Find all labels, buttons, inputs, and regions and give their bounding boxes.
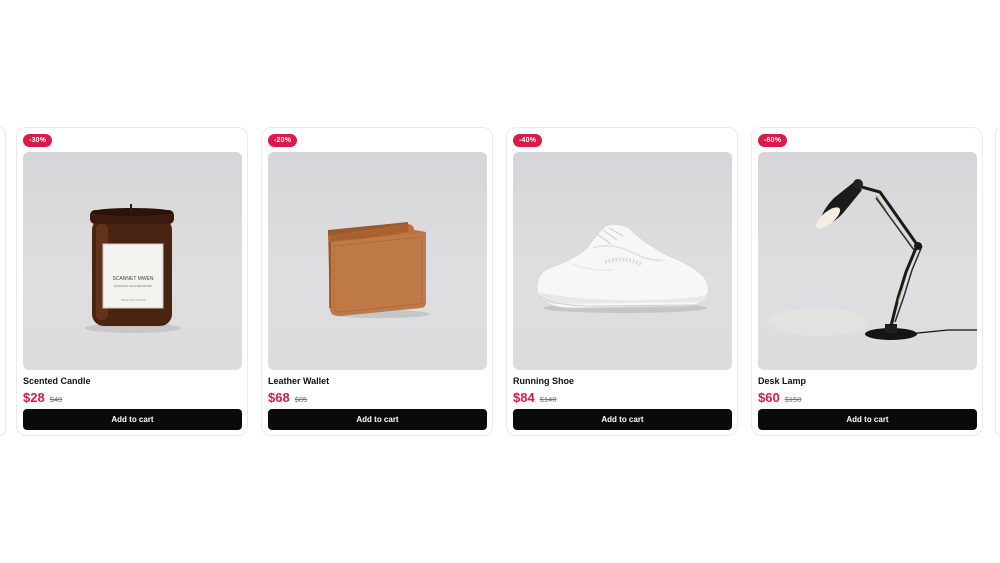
candle-label-footer: THREE WICK CANDLE [120,299,146,302]
price-group: $28 $40 [23,390,62,405]
product-name[interactable]: Scented Candle [23,376,91,386]
partial-product-card-right[interactable] [995,127,1000,436]
discount-badge: -60% [758,134,788,147]
add-to-cart-button[interactable]: Add to cart [23,409,242,430]
add-to-cart-button[interactable]: Add to cart [513,409,732,430]
product-card[interactable]: -40% Running Shoe $84 $140 Add to cart [506,127,738,436]
price-group: $68 $85 [268,390,307,405]
sale-price: $84 [513,390,535,405]
candle-label-text: SCANNET MWEN [112,276,153,282]
product-image-lamp[interactable] [758,152,977,370]
original-price: $40 [49,395,63,404]
product-image-candle[interactable]: SCANNET MWEN ENTRADAN OE ETEBE RRORE THR… [23,152,242,370]
product-name[interactable]: Running Shoe [513,376,574,386]
candle-illustration: SCANNET MWEN ENTRADAN OE ETEBE RRORE THR… [85,204,181,333]
product-image-shoe[interactable] [513,152,732,370]
product-image-wallet[interactable] [268,152,487,370]
partial-product-card-left[interactable] [0,127,6,436]
product-name[interactable]: Leather Wallet [268,376,329,386]
sale-price: $28 [23,390,45,405]
shoe-illustration [536,223,710,313]
price-group: $84 $140 [513,390,556,405]
product-card[interactable]: -20% Leather Wallet $68 $85 Add to cart [261,127,493,436]
sale-price: $60 [758,390,780,405]
discount-badge: -40% [513,134,543,147]
discount-badge: -20% [268,134,298,147]
discount-badge: -30% [23,134,53,147]
product-card[interactable]: -30% SCANNET MWEN ENTRADAN OE ETEBE RROR… [16,127,248,436]
product-name[interactable]: Desk Lamp [758,376,806,386]
candle-label-subtext: ENTRADAN OE ETEBE RRORE [114,284,152,288]
wallet-illustration [328,222,430,318]
add-to-cart-button[interactable]: Add to cart [758,409,977,430]
product-card[interactable]: -60% Desk Lamp $60 $150 Add to cart [751,127,983,436]
sale-price: $68 [268,390,290,405]
original-price: $85 [294,395,308,404]
add-to-cart-button[interactable]: Add to cart [268,409,487,430]
price-group: $60 $150 [758,390,801,405]
original-price: $150 [784,395,802,404]
lamp-illustration [768,179,977,340]
original-price: $140 [539,395,557,404]
product-carousel: -30% SCANNET MWEN ENTRADAN OE ETEBE RROR… [0,0,1000,563]
